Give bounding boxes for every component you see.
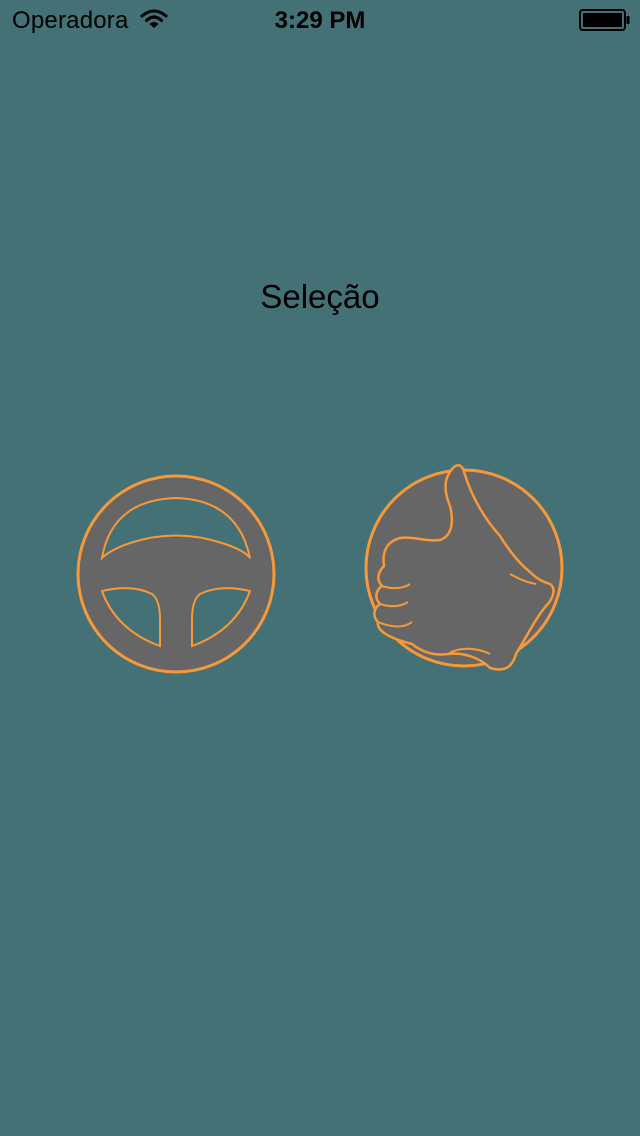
battery-full-icon xyxy=(579,9,630,31)
steering-wheel-icon xyxy=(76,474,276,674)
clock: 3:29 PM xyxy=(274,7,366,34)
page-title: Seleção xyxy=(260,278,380,315)
steering-wheel-button[interactable] xyxy=(72,470,280,678)
status-bar: Operadora 3:29 PM xyxy=(0,0,640,40)
thumbs-up-icon xyxy=(364,464,564,671)
thumbs-up-button[interactable] xyxy=(360,458,570,678)
